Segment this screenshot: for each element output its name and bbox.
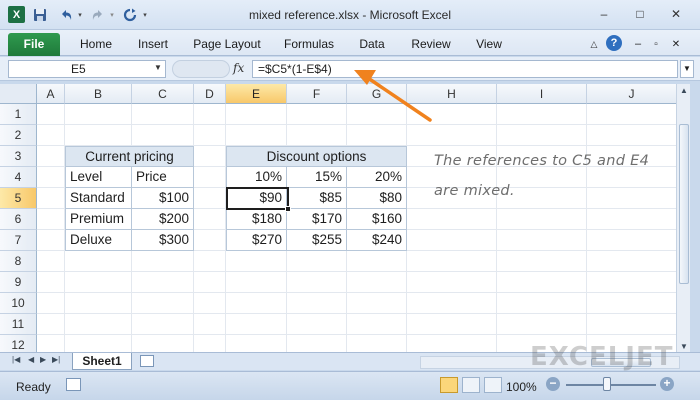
discount-value-cell[interactable]: $170 [287, 209, 347, 230]
row-header-1[interactable]: 1 [0, 104, 37, 125]
pricing-header-price: Price [132, 167, 194, 188]
discount-value-cell[interactable]: $255 [287, 230, 347, 251]
pricing-level-cell[interactable]: Standard [65, 188, 132, 209]
row-header-6[interactable]: 6 [0, 209, 37, 230]
zoom-slider-track[interactable] [566, 384, 656, 386]
workbook-close-icon[interactable]: ✕ [670, 36, 682, 52]
workbook-restore-icon[interactable]: ▫ [650, 36, 662, 52]
status-ready: Ready [16, 380, 51, 394]
next-sheet-icon[interactable]: ▶ [40, 355, 46, 364]
column-header-c[interactable]: C [132, 84, 194, 104]
status-bar: Ready 100% − + [0, 371, 700, 400]
restore-button[interactable]: □ [630, 5, 650, 23]
zoom-out-icon[interactable]: − [546, 377, 560, 391]
discount-value-cell[interactable]: $85 [287, 188, 347, 209]
expand-formula-bar-icon[interactable]: ▼ [680, 60, 694, 78]
zoom-level[interactable]: 100% [506, 380, 537, 394]
discount-value-cell[interactable]: $240 [347, 230, 407, 251]
insert-function-icon[interactable]: fx [233, 61, 244, 75]
active-cell-cursor[interactable] [226, 187, 289, 210]
exceljet-watermark: EXCELJET [530, 342, 674, 372]
pricing-level-cell[interactable]: Deluxe [65, 230, 132, 251]
gridline [37, 313, 690, 314]
row-header-5[interactable]: 5 [0, 188, 37, 209]
tab-view[interactable]: View [468, 34, 510, 56]
select-all-corner[interactable] [0, 84, 37, 104]
tab-review[interactable]: Review [404, 34, 458, 56]
scroll-down-icon[interactable]: ▼ [677, 342, 691, 351]
discount-rate-cell[interactable]: 10% [226, 167, 287, 188]
scroll-up-icon[interactable]: ▲ [677, 86, 691, 95]
annotation-arrow-icon [354, 70, 432, 122]
page-layout-view-icon[interactable] [462, 377, 480, 393]
column-header-f[interactable]: F [287, 84, 347, 104]
zoom-slider-thumb[interactable] [603, 377, 611, 391]
ribbon-tabs: File Home Insert Page Layout Formulas Da… [0, 30, 700, 56]
row-header-10[interactable]: 10 [0, 293, 37, 314]
tab-data[interactable]: Data [352, 34, 392, 56]
tab-insert[interactable]: Insert [128, 34, 178, 56]
tab-home[interactable]: Home [72, 34, 120, 56]
pricing-price-cell[interactable]: $200 [132, 209, 194, 230]
collapse-ribbon-icon[interactable]: △ [588, 36, 600, 52]
row-header-2[interactable]: 2 [0, 125, 37, 146]
column-header-d[interactable]: D [194, 84, 226, 104]
discount-value-cell[interactable]: $270 [226, 230, 287, 251]
fill-handle[interactable] [285, 206, 291, 212]
sheet-tab-sheet1[interactable]: Sheet1 [72, 353, 132, 370]
tab-file[interactable]: File [8, 33, 60, 56]
zoom-in-icon[interactable]: + [660, 377, 674, 391]
column-header-j[interactable]: J [587, 84, 677, 104]
pricing-header-level: Level [65, 167, 132, 188]
last-sheet-icon[interactable]: ▶| [52, 355, 60, 364]
row-header-9[interactable]: 9 [0, 272, 37, 293]
discount-rate-cell[interactable]: 15% [287, 167, 347, 188]
normal-view-icon[interactable] [440, 377, 458, 393]
first-sheet-icon[interactable]: |◀ [12, 355, 20, 364]
pricing-table-title: Current pricing [65, 146, 194, 167]
title-bar: X ▾ ▾ ▾ mixed reference.xlsx - Microsoft… [0, 0, 700, 30]
prev-sheet-icon[interactable]: ◀ [28, 355, 34, 364]
gridline [37, 334, 690, 335]
name-box[interactable]: E5 [8, 60, 166, 78]
row-header-7[interactable]: 7 [0, 230, 37, 251]
row-header-4[interactable]: 4 [0, 167, 37, 188]
gridline [37, 271, 690, 272]
gridline [37, 292, 690, 293]
workbook-minimize-icon[interactable]: – [632, 36, 644, 52]
minimize-button[interactable]: – [594, 5, 614, 23]
tab-page-layout[interactable]: Page Layout [188, 34, 266, 56]
discount-table-title: Discount options [226, 146, 407, 167]
column-header-e[interactable]: E [226, 84, 287, 104]
discount-rate-cell[interactable]: 20% [347, 167, 407, 188]
row-header-8[interactable]: 8 [0, 251, 37, 272]
gridline [496, 104, 497, 356]
row-header-3[interactable]: 3 [0, 146, 37, 167]
macro-recording-icon[interactable] [66, 378, 81, 391]
insert-sheet-icon[interactable] [140, 355, 154, 367]
vertical-scroll-thumb[interactable] [679, 124, 689, 284]
pricing-level-cell[interactable]: Premium [65, 209, 132, 230]
discount-value-cell[interactable]: $80 [347, 188, 407, 209]
discount-value-cell[interactable]: $160 [347, 209, 407, 230]
column-header-a[interactable]: A [37, 84, 65, 104]
pricing-price-cell[interactable]: $100 [132, 188, 194, 209]
page-break-view-icon[interactable] [484, 377, 502, 393]
annotation-note: The references to C5 and E4 are mixed. [434, 153, 650, 199]
column-header-b[interactable]: B [65, 84, 132, 104]
close-button[interactable]: ✕ [666, 5, 686, 23]
name-box-dropdown-icon[interactable]: ▼ [154, 63, 162, 72]
gridline [586, 104, 587, 356]
help-icon[interactable]: ? [606, 35, 622, 51]
formula-bar-splitter[interactable] [172, 60, 230, 78]
pricing-price-cell[interactable]: $300 [132, 230, 194, 251]
row-header-11[interactable]: 11 [0, 314, 37, 335]
vertical-scrollbar[interactable]: ▲ ▼ [676, 84, 690, 356]
discount-value-cell[interactable]: $180 [226, 209, 287, 230]
column-header-i[interactable]: I [497, 84, 587, 104]
tab-formulas[interactable]: Formulas [278, 34, 340, 56]
formula-input[interactable]: =$C5*(1-E$4) [252, 60, 678, 78]
